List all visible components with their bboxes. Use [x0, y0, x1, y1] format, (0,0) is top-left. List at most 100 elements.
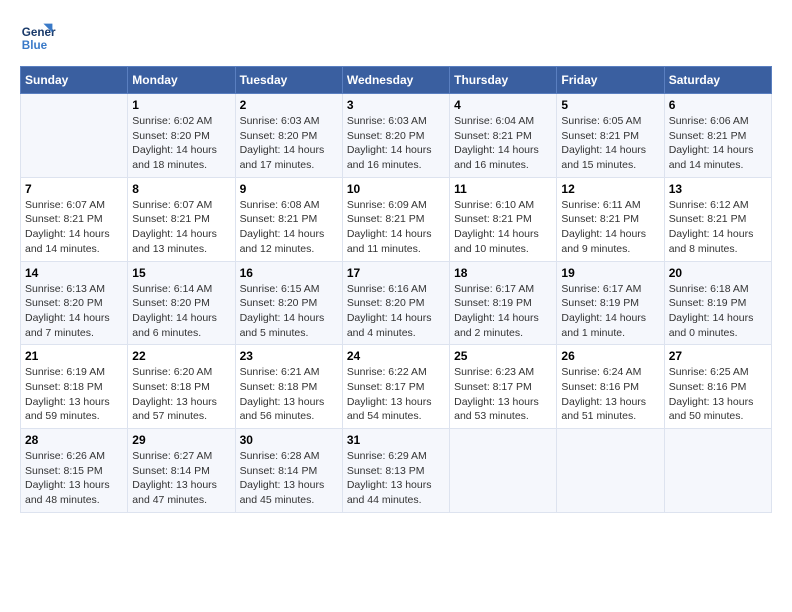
calendar-cell [21, 94, 128, 178]
calendar-cell [450, 429, 557, 513]
day-info: Sunrise: 6:08 AM Sunset: 8:21 PM Dayligh… [240, 198, 338, 257]
weekday-header-saturday: Saturday [664, 67, 771, 94]
calendar-week-row: 7 Sunrise: 6:07 AM Sunset: 8:21 PM Daylig… [21, 177, 772, 261]
calendar-week-row: 28 Sunrise: 6:26 AM Sunset: 8:15 PM Dayli… [21, 429, 772, 513]
day-number: 10 [347, 182, 445, 196]
day-info: Sunrise: 6:14 AM Sunset: 8:20 PM Dayligh… [132, 282, 230, 341]
day-number: 19 [561, 266, 659, 280]
day-info: Sunrise: 6:07 AM Sunset: 8:21 PM Dayligh… [25, 198, 123, 257]
day-number: 24 [347, 349, 445, 363]
day-info: Sunrise: 6:12 AM Sunset: 8:21 PM Dayligh… [669, 198, 767, 257]
page-header: General Blue [20, 20, 772, 56]
day-info: Sunrise: 6:16 AM Sunset: 8:20 PM Dayligh… [347, 282, 445, 341]
calendar-cell: 28 Sunrise: 6:26 AM Sunset: 8:15 PM Dayli… [21, 429, 128, 513]
day-number: 3 [347, 98, 445, 112]
day-info: Sunrise: 6:22 AM Sunset: 8:17 PM Dayligh… [347, 365, 445, 424]
day-number: 13 [669, 182, 767, 196]
day-number: 11 [454, 182, 552, 196]
day-number: 2 [240, 98, 338, 112]
calendar-cell: 21 Sunrise: 6:19 AM Sunset: 8:18 PM Dayli… [21, 345, 128, 429]
day-number: 14 [25, 266, 123, 280]
calendar-cell [664, 429, 771, 513]
calendar-cell: 10 Sunrise: 6:09 AM Sunset: 8:21 PM Dayli… [342, 177, 449, 261]
day-info: Sunrise: 6:15 AM Sunset: 8:20 PM Dayligh… [240, 282, 338, 341]
calendar-cell: 26 Sunrise: 6:24 AM Sunset: 8:16 PM Dayli… [557, 345, 664, 429]
day-info: Sunrise: 6:09 AM Sunset: 8:21 PM Dayligh… [347, 198, 445, 257]
day-number: 28 [25, 433, 123, 447]
day-info: Sunrise: 6:10 AM Sunset: 8:21 PM Dayligh… [454, 198, 552, 257]
day-info: Sunrise: 6:17 AM Sunset: 8:19 PM Dayligh… [561, 282, 659, 341]
day-info: Sunrise: 6:28 AM Sunset: 8:14 PM Dayligh… [240, 449, 338, 508]
day-info: Sunrise: 6:02 AM Sunset: 8:20 PM Dayligh… [132, 114, 230, 173]
weekday-header-thursday: Thursday [450, 67, 557, 94]
day-number: 18 [454, 266, 552, 280]
calendar-cell: 16 Sunrise: 6:15 AM Sunset: 8:20 PM Dayli… [235, 261, 342, 345]
day-number: 12 [561, 182, 659, 196]
calendar-header-row: SundayMondayTuesdayWednesdayThursdayFrid… [21, 67, 772, 94]
calendar-cell: 25 Sunrise: 6:23 AM Sunset: 8:17 PM Dayli… [450, 345, 557, 429]
day-info: Sunrise: 6:17 AM Sunset: 8:19 PM Dayligh… [454, 282, 552, 341]
day-info: Sunrise: 6:21 AM Sunset: 8:18 PM Dayligh… [240, 365, 338, 424]
day-number: 26 [561, 349, 659, 363]
calendar-table: SundayMondayTuesdayWednesdayThursdayFrid… [20, 66, 772, 513]
day-info: Sunrise: 6:19 AM Sunset: 8:18 PM Dayligh… [25, 365, 123, 424]
day-info: Sunrise: 6:20 AM Sunset: 8:18 PM Dayligh… [132, 365, 230, 424]
day-number: 20 [669, 266, 767, 280]
day-number: 8 [132, 182, 230, 196]
calendar-cell: 24 Sunrise: 6:22 AM Sunset: 8:17 PM Dayli… [342, 345, 449, 429]
day-info: Sunrise: 6:25 AM Sunset: 8:16 PM Dayligh… [669, 365, 767, 424]
calendar-cell: 15Sunrise: 6:14 AM Sunset: 8:20 PM Dayli… [128, 261, 235, 345]
day-info: Sunrise: 6:06 AM Sunset: 8:21 PM Dayligh… [669, 114, 767, 173]
calendar-week-row: 1 Sunrise: 6:02 AM Sunset: 8:20 PM Daylig… [21, 94, 772, 178]
day-info: Sunrise: 6:26 AM Sunset: 8:15 PM Dayligh… [25, 449, 123, 508]
day-info: Sunrise: 6:13 AM Sunset: 8:20 PM Dayligh… [25, 282, 123, 341]
svg-text:Blue: Blue [22, 39, 48, 52]
day-info: Sunrise: 6:05 AM Sunset: 8:21 PM Dayligh… [561, 114, 659, 173]
calendar-cell: 9Sunrise: 6:08 AM Sunset: 8:21 PM Daylig… [235, 177, 342, 261]
calendar-week-row: 21 Sunrise: 6:19 AM Sunset: 8:18 PM Dayli… [21, 345, 772, 429]
day-number: 31 [347, 433, 445, 447]
day-info: Sunrise: 6:03 AM Sunset: 8:20 PM Dayligh… [347, 114, 445, 173]
calendar-week-row: 14 Sunrise: 6:13 AM Sunset: 8:20 PM Dayli… [21, 261, 772, 345]
day-number: 17 [347, 266, 445, 280]
day-info: Sunrise: 6:23 AM Sunset: 8:17 PM Dayligh… [454, 365, 552, 424]
calendar-cell: 31 Sunrise: 6:29 AM Sunset: 8:13 PM Dayli… [342, 429, 449, 513]
calendar-cell: 5 Sunrise: 6:05 AM Sunset: 8:21 PM Daylig… [557, 94, 664, 178]
day-info: Sunrise: 6:18 AM Sunset: 8:19 PM Dayligh… [669, 282, 767, 341]
day-number: 7 [25, 182, 123, 196]
calendar-cell: 1 Sunrise: 6:02 AM Sunset: 8:20 PM Daylig… [128, 94, 235, 178]
calendar-cell: 20 Sunrise: 6:18 AM Sunset: 8:19 PM Dayli… [664, 261, 771, 345]
calendar-cell: 23 Sunrise: 6:21 AM Sunset: 8:18 PM Dayli… [235, 345, 342, 429]
weekday-header-tuesday: Tuesday [235, 67, 342, 94]
calendar-cell: 13 Sunrise: 6:12 AM Sunset: 8:21 PM Dayli… [664, 177, 771, 261]
day-number: 30 [240, 433, 338, 447]
calendar-cell: 2 Sunrise: 6:03 AM Sunset: 8:20 PM Daylig… [235, 94, 342, 178]
calendar-cell: 22Sunrise: 6:20 AM Sunset: 8:18 PM Dayli… [128, 345, 235, 429]
calendar-cell: 3 Sunrise: 6:03 AM Sunset: 8:20 PM Daylig… [342, 94, 449, 178]
day-number: 25 [454, 349, 552, 363]
day-number: 29 [132, 433, 230, 447]
day-number: 21 [25, 349, 123, 363]
day-info: Sunrise: 6:07 AM Sunset: 8:21 PM Dayligh… [132, 198, 230, 257]
calendar-cell: 4Sunrise: 6:04 AM Sunset: 8:21 PM Daylig… [450, 94, 557, 178]
calendar-cell: 27 Sunrise: 6:25 AM Sunset: 8:16 PM Dayli… [664, 345, 771, 429]
calendar-cell: 19 Sunrise: 6:17 AM Sunset: 8:19 PM Dayli… [557, 261, 664, 345]
day-info: Sunrise: 6:29 AM Sunset: 8:13 PM Dayligh… [347, 449, 445, 508]
weekday-header-wednesday: Wednesday [342, 67, 449, 94]
calendar-cell: 30 Sunrise: 6:28 AM Sunset: 8:14 PM Dayli… [235, 429, 342, 513]
day-info: Sunrise: 6:27 AM Sunset: 8:14 PM Dayligh… [132, 449, 230, 508]
day-info: Sunrise: 6:03 AM Sunset: 8:20 PM Dayligh… [240, 114, 338, 173]
day-info: Sunrise: 6:11 AM Sunset: 8:21 PM Dayligh… [561, 198, 659, 257]
day-number: 23 [240, 349, 338, 363]
weekday-header-monday: Monday [128, 67, 235, 94]
calendar-cell: 7 Sunrise: 6:07 AM Sunset: 8:21 PM Daylig… [21, 177, 128, 261]
day-number: 5 [561, 98, 659, 112]
day-number: 1 [132, 98, 230, 112]
weekday-header-friday: Friday [557, 67, 664, 94]
day-number: 16 [240, 266, 338, 280]
day-info: Sunrise: 6:24 AM Sunset: 8:16 PM Dayligh… [561, 365, 659, 424]
day-number: 27 [669, 349, 767, 363]
calendar-cell [557, 429, 664, 513]
day-number: 4 [454, 98, 552, 112]
calendar-cell: 14 Sunrise: 6:13 AM Sunset: 8:20 PM Dayli… [21, 261, 128, 345]
